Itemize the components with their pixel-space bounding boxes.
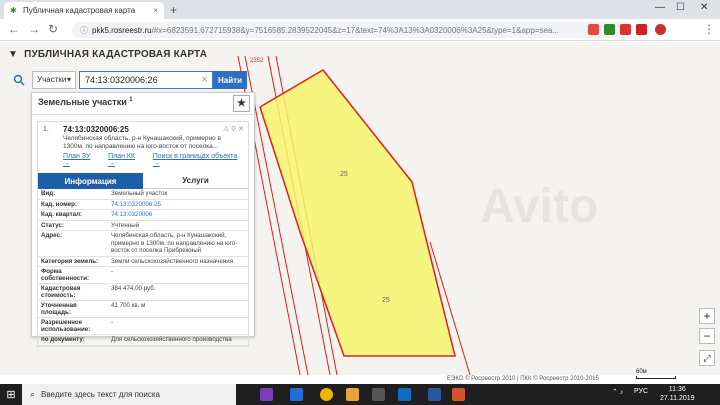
card-links: План ЗУ → План КК → Поиск в границах объ… xyxy=(63,153,243,167)
scale-bar xyxy=(636,376,676,379)
table-row: Вид: Земельный участок xyxy=(38,189,248,200)
browser-tabstrip: ✱ Публичная кадастровая карта × + — ☐ ✕ xyxy=(0,0,720,19)
chrome-icon[interactable] xyxy=(320,388,333,401)
tab-services[interactable]: Услуги xyxy=(143,173,248,189)
folder-icon[interactable] xyxy=(346,388,359,401)
maximize-button[interactable]: ☐ xyxy=(676,2,685,13)
extension-icon[interactable] xyxy=(620,24,631,35)
search-in-bounds-link[interactable]: Поиск в границах объекта → xyxy=(153,153,243,167)
search-type-value: Участки xyxy=(37,75,67,84)
scale-label: 60м xyxy=(636,369,647,375)
browser-tab[interactable]: ✱ Публичная кадастровая карта × xyxy=(4,2,164,19)
search-icon[interactable] xyxy=(8,71,30,89)
watermark-text: Avito xyxy=(480,180,598,233)
card-tools-icon[interactable]: ⚠ ⚲ ✕ xyxy=(223,125,244,133)
table-row: Уточненная площадь: 41 700 кв. м xyxy=(38,301,248,318)
back-button[interactable]: ← xyxy=(8,22,20,36)
reload-button[interactable]: ↻ xyxy=(48,22,58,36)
app-title: ПУБЛИЧНАЯ КАДАСТРОВАЯ КАРТА xyxy=(24,49,208,60)
parcel-label: 25 xyxy=(340,171,348,178)
item-number: 1. xyxy=(43,126,49,133)
search-icon: ⌕ xyxy=(30,389,36,399)
table-row: Категория земель: Земли сельскохозяйствен… xyxy=(38,257,248,267)
store-icon[interactable] xyxy=(372,388,385,401)
table-row: по документу: Для сельскохозяйственного п… xyxy=(38,335,248,346)
clock[interactable]: 11:36 27.11.2019 xyxy=(660,385,695,403)
extension-new-icon[interactable] xyxy=(604,24,615,35)
address-bar: ← → ↻ ⓘ pkk5.rosreestr.ru/#x=6823591.6727… xyxy=(0,19,720,41)
search-input[interactable]: 74:13:0320006:26 ✕ xyxy=(79,71,213,89)
panel-title: Земельные участки xyxy=(38,97,127,107)
close-window-button[interactable]: ✕ xyxy=(700,2,708,13)
tab-info[interactable]: Информация xyxy=(38,173,143,189)
clock-time: 11:36 xyxy=(668,386,686,393)
result-count: 1 xyxy=(129,97,133,103)
menu-icon[interactable]: ⋮ xyxy=(703,22,715,36)
taskbar-search[interactable]: ⌕ Введите здесь текст для поиска xyxy=(22,384,236,405)
language-indicator[interactable]: РУС xyxy=(634,388,648,395)
favorite-star-button[interactable]: ★ xyxy=(233,95,250,112)
plan-kk-link[interactable]: План КК → xyxy=(108,153,143,167)
minimize-button[interactable]: — xyxy=(655,2,665,13)
table-row: Кадастровая стоимость: 384 474,00 руб. xyxy=(38,284,248,301)
clear-icon[interactable]: ✕ xyxy=(201,75,208,84)
profile-avatar[interactable] xyxy=(655,24,666,35)
search-type-select[interactable]: Участки ▾ xyxy=(32,71,76,89)
word-icon[interactable] xyxy=(428,388,441,401)
url-path: /#x=6823591.672715938&y=7516585.28395220… xyxy=(151,26,560,35)
land-parcel xyxy=(259,69,456,357)
extension-icon[interactable] xyxy=(588,24,599,35)
locate-icon[interactable]: ⤢ xyxy=(699,350,715,366)
results-panel: Земельные участки 1 ★ 1. 74:13:0320006:2… xyxy=(31,92,255,347)
edge-icon[interactable] xyxy=(290,388,303,401)
extension-icon[interactable] xyxy=(636,24,647,35)
parcel-cadastral-number[interactable]: 74:13:0320006:25 xyxy=(63,125,243,134)
search-bar: Участки ▾ 74:13:0320006:26 ✕ Найти xyxy=(8,71,254,89)
new-tab-button[interactable]: + xyxy=(170,3,177,17)
search-value: 74:13:0320006:26 xyxy=(85,75,158,85)
mail-icon[interactable] xyxy=(398,388,411,401)
tab-title: Публичная кадастровая карта xyxy=(23,6,136,15)
table-row: Кад. номер: 74:13:0320006:25 xyxy=(38,200,248,210)
table-row: Адрес: Челябинская область, р-н Кунашакск… xyxy=(38,231,248,257)
zoom-in-button[interactable]: + xyxy=(699,308,715,324)
app-header: ▼ ПУБЛИЧНАЯ КАДАСТРОВАЯ КАРТА xyxy=(8,49,207,60)
logo-icon: ▼ xyxy=(8,49,19,60)
parcel-description: Челябинская область, р-н Кунашакский, пр… xyxy=(63,135,221,150)
properties-table: Вид: Земельный участок Кад. номер: 74:13:0… xyxy=(38,189,248,346)
find-button[interactable]: Найти xyxy=(213,71,247,89)
rosreestr-favicon-icon: ✱ xyxy=(10,5,17,15)
windows-start-icon[interactable]: ⊞ xyxy=(0,384,22,405)
plan-zu-link[interactable]: План ЗУ → xyxy=(63,153,98,167)
card-tabs: Информация Услуги xyxy=(38,173,248,189)
table-row: Форма собственности: - xyxy=(38,267,248,284)
parcel-card: 1. 74:13:0320006:25 ⚠ ⚲ ✕ Челябинская об… xyxy=(37,121,249,347)
tab-close-icon[interactable]: × xyxy=(153,6,158,15)
copyright-text: ЕЭКО © Росреестр 2010 | ПКК © Росреестр … xyxy=(447,376,599,382)
url-field[interactable]: ⓘ pkk5.rosreestr.ru/#x=6823591.672715938&… xyxy=(72,22,632,38)
taskbar-search-placeholder: Введите здесь текст для поиска xyxy=(41,390,160,399)
forward-button[interactable]: → xyxy=(28,22,40,36)
clock-date: 27.11.2019 xyxy=(660,395,695,402)
panel-header: Земельные участки 1 ★ xyxy=(32,93,254,115)
tray-icons[interactable]: ⌃ ♪ xyxy=(612,388,623,396)
table-row: Кад. квартал: 74:13:0320006 xyxy=(38,210,248,221)
parcel-label: 25 xyxy=(382,297,390,304)
app-icon[interactable] xyxy=(452,388,465,401)
table-row: Статус: Учтенный xyxy=(38,221,248,231)
app-icon[interactable] xyxy=(260,388,273,401)
zoom-out-button[interactable]: − xyxy=(699,328,715,344)
table-row: Разрешенное использование: - xyxy=(38,318,248,335)
site-info-icon[interactable]: ⓘ xyxy=(80,26,88,35)
chevron-down-icon: ▾ xyxy=(66,75,71,84)
url-host: pkk5.rosreestr.ru xyxy=(92,26,152,35)
quarter-label: 2352 xyxy=(250,58,264,64)
